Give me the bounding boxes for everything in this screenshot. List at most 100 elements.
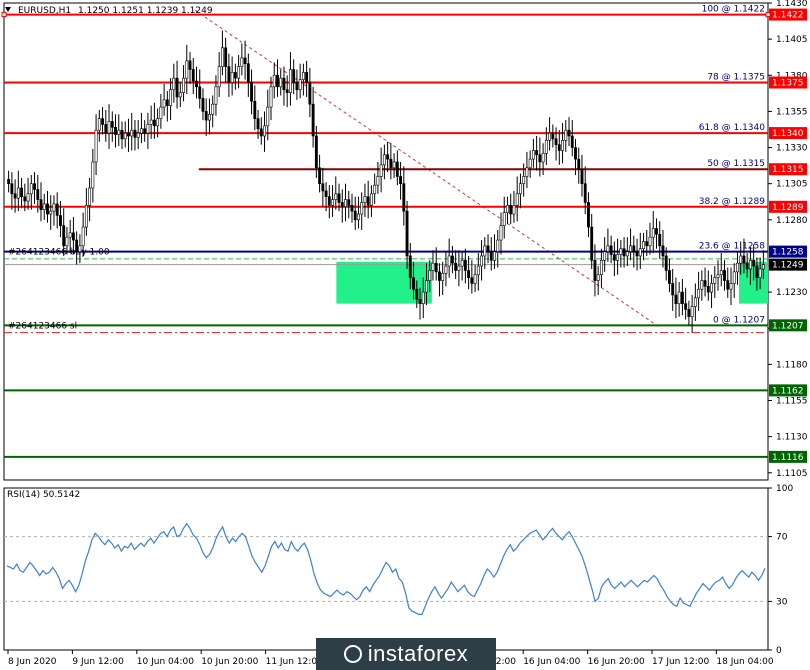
bearish-candle-body: [292, 69, 296, 83]
bullish-candle-body: [136, 132, 140, 138]
y-tick-label: 1.1405: [776, 35, 808, 45]
bullish-candle-body: [272, 74, 276, 88]
bullish-candle-body: [94, 129, 98, 163]
bearish-candle-body: [305, 72, 309, 83]
bearish-candle-body: [486, 245, 490, 252]
bullish-candle-body: [564, 129, 568, 141]
x-tick-label: 18 Jun 04:00: [716, 657, 773, 667]
fib-tag-text: 1.1340: [772, 129, 804, 139]
bearish-candle-body: [366, 196, 370, 206]
bearish-candle-body: [645, 241, 649, 247]
bearish-candle-body: [742, 255, 746, 264]
bearish-candle-body: [7, 179, 11, 184]
bullish-candle-body: [149, 119, 153, 125]
bullish-candle-body: [732, 271, 736, 284]
x-tick-label: 9 Jun 12:00: [72, 657, 124, 667]
support-tag-text: 1.1116: [772, 453, 804, 463]
fib-price-tag: 1.1289: [769, 200, 807, 213]
bearish-candle-body: [285, 89, 289, 93]
bullish-candle-body: [493, 251, 496, 261]
bearish-candle-body: [114, 127, 117, 135]
bearish-candle-body: [438, 271, 441, 281]
bearish-candle-body: [350, 205, 354, 212]
bullish-candle-body: [603, 251, 607, 261]
support-price-tag: 1.1116: [769, 450, 807, 463]
bearish-candle-body: [195, 80, 198, 88]
bearish-candle-body: [224, 47, 228, 67]
bearish-candle-body: [467, 270, 471, 278]
bearish-candle-body: [314, 135, 318, 169]
bullish-candle-body: [473, 274, 477, 284]
bearish-candle-body: [684, 303, 688, 310]
bullish-candle-body: [130, 129, 134, 137]
bearish-candle-body: [165, 99, 169, 106]
bearish-candle-body: [59, 215, 62, 226]
chart-title: EURUSD,H1: [18, 6, 71, 16]
rsi-tick-label: 70: [776, 533, 788, 543]
bearish-candle-body: [395, 161, 399, 177]
bullish-candle-body: [629, 245, 633, 252]
bullish-candle-body: [599, 259, 603, 276]
bearish-candle-body: [408, 255, 412, 278]
bullish-candle-body: [331, 199, 334, 206]
bearish-candle-body: [198, 86, 202, 99]
bullish-candle-body: [240, 57, 244, 67]
x-tick-label: 16 Jun 04:00: [523, 657, 580, 667]
bearish-candle-body: [337, 193, 341, 203]
bearish-candle-body: [20, 187, 24, 197]
bullish-candle-body: [515, 193, 519, 206]
y-tick-label: 1.1180: [776, 360, 808, 370]
bearish-candle-body: [405, 210, 409, 257]
bearish-candle-body: [133, 129, 137, 138]
bearish-candle-body: [311, 103, 315, 137]
stop-loss-label: #264123466 sl: [8, 322, 77, 332]
bullish-candle-body: [431, 262, 435, 271]
fib-tag-text: 1.1258: [772, 248, 804, 258]
bullish-candle-body: [301, 72, 305, 80]
bullish-candle-body: [713, 277, 717, 284]
bullish-candle-body: [544, 140, 548, 154]
bearish-candle-body: [23, 196, 27, 202]
y-tick-label: 1.1105: [776, 469, 808, 479]
bullish-candle-body: [156, 118, 160, 127]
bullish-candle-body: [52, 203, 56, 212]
bearish-candle-body: [295, 82, 299, 91]
bearish-candle-body: [110, 121, 114, 128]
bullish-candle-body: [42, 203, 46, 211]
bullish-candle-body: [729, 283, 733, 290]
bullish-candle-body: [638, 248, 642, 257]
bearish-candle-body: [188, 60, 192, 70]
bullish-candle-body: [91, 161, 95, 189]
bearish-candle-body: [661, 245, 665, 257]
bullish-candle-body: [739, 255, 743, 264]
bearish-candle-body: [755, 265, 759, 278]
fib-level-label: 38.2 @ 1.1289: [699, 197, 766, 207]
bullish-candle-body: [444, 265, 448, 274]
bullish-candle-body: [677, 291, 681, 304]
bearish-candle-body: [489, 251, 493, 261]
bearish-candle-body: [33, 183, 36, 190]
bullish-candle-body: [596, 274, 600, 281]
anchor-handle: [1, 12, 7, 18]
fib-price-tag: 1.1315: [769, 163, 807, 176]
x-tick-label: 8 Jun 2020: [8, 657, 57, 667]
bearish-candle-body: [55, 203, 59, 216]
bullish-candle-body: [376, 176, 380, 186]
bullish-candle-body: [279, 77, 283, 88]
rsi-pane: 100 70 30 0: [3, 484, 793, 656]
fib-price-tag: 1.1340: [769, 127, 807, 140]
bullish-candle-body: [379, 164, 383, 177]
bullish-candle-body: [528, 158, 532, 169]
rsi-label: RSI(14) 50.5142: [7, 490, 80, 500]
bullish-candle-body: [178, 92, 182, 98]
bearish-candle-body: [635, 251, 639, 257]
watermark-text: instaforex: [367, 641, 469, 666]
bullish-candle-body: [616, 254, 620, 261]
bearish-candle-body: [104, 124, 108, 134]
bearish-candle-body: [101, 118, 104, 125]
bullish-candle-body: [499, 225, 503, 241]
bullish-candle-body: [447, 255, 451, 267]
x-tick-label: 17 Jun 12:00: [652, 657, 709, 667]
bullish-candle-body: [97, 118, 101, 131]
bullish-candle-body: [68, 232, 72, 238]
